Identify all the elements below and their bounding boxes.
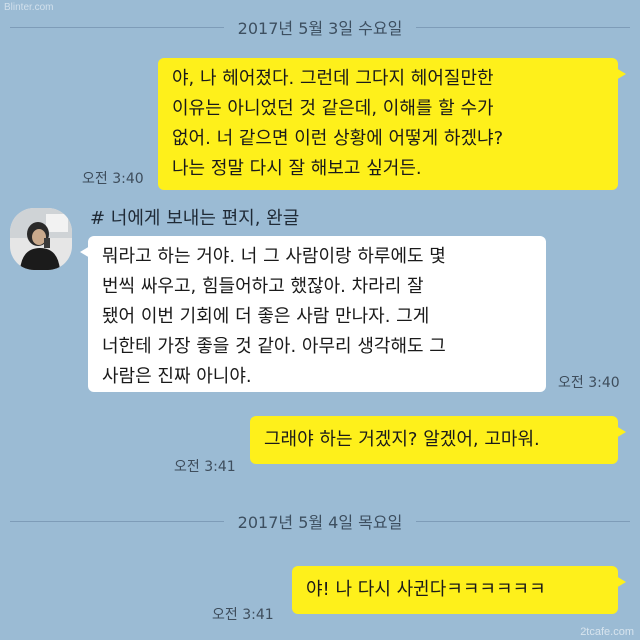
date-separator-1: 2017년 5월 3일 수요일 — [10, 16, 630, 38]
sender-name: # 너에게 보내는 편지, 완글 — [90, 208, 300, 229]
message-text-line: 이유는 아니었던 것 같은데, 이해를 할 수가 — [172, 98, 494, 119]
message-bubble-received-1[interactable]: 뭐라고 하는 거야. 너 그 사람이랑 하루에도 몇 번씩 싸우고, 힘들어하고… — [80, 236, 546, 392]
message-bubble-sent-1[interactable]: 야, 나 헤어졌다. 그런데 그다지 헤어질만한 이유는 아니었던 것 같은데,… — [158, 58, 626, 190]
divider-line — [416, 520, 630, 522]
message-text-line: 야, 나 헤어졌다. 그런데 그다지 헤어질만한 — [172, 68, 494, 89]
message-text-line: 너한테 가장 좋을 것 같아. 아무리 생각해도 그 — [102, 336, 446, 357]
divider-line — [416, 26, 630, 28]
message-time: 오전 3:41 — [212, 607, 274, 623]
avatar-image — [10, 208, 72, 270]
avatar[interactable] — [10, 208, 72, 270]
message-text-line: 야! 나 다시 사귄다ㅋㅋㅋㅋㅋㅋ — [306, 579, 546, 600]
message-time: 오전 3:40 — [558, 375, 620, 391]
date-label: 2017년 5월 4일 목요일 — [237, 513, 403, 532]
watermark-bottom: 2tcafe.com — [580, 626, 634, 638]
watermark-top: Blinter.com — [4, 2, 54, 13]
message-bubble-sent-3[interactable]: 야! 나 다시 사귄다ㅋㅋㅋㅋㅋㅋ — [292, 566, 626, 614]
message-text-line: 됐어 이번 기회에 더 좋은 사람 만나자. 그게 — [102, 306, 430, 327]
message-time: 오전 3:40 — [82, 171, 144, 187]
divider-line — [10, 26, 224, 28]
divider-line — [10, 520, 224, 522]
date-separator-2: 2017년 5월 4일 목요일 — [10, 510, 630, 532]
message-text-line: 뭐라고 하는 거야. 너 그 사람이랑 하루에도 몇 — [102, 246, 446, 267]
message-text-line: 사람은 진짜 아니야. — [102, 366, 252, 387]
message-text-line: 그래야 하는 거겠지? 알겠어, 고마워. — [264, 429, 540, 450]
message-bubble-sent-2[interactable]: 그래야 하는 거겠지? 알겠어, 고마워. — [250, 416, 626, 464]
message-text-line: 번씩 싸우고, 힘들어하고 했잖아. 차라리 잘 — [102, 276, 424, 297]
message-text-line: 나는 정말 다시 잘 해보고 싶거든. — [172, 158, 422, 179]
date-label: 2017년 5월 3일 수요일 — [237, 19, 403, 38]
message-time: 오전 3:41 — [174, 459, 236, 475]
message-text-line: 없어. 너 같으면 이런 상황에 어떻게 하겠냐? — [172, 128, 504, 149]
